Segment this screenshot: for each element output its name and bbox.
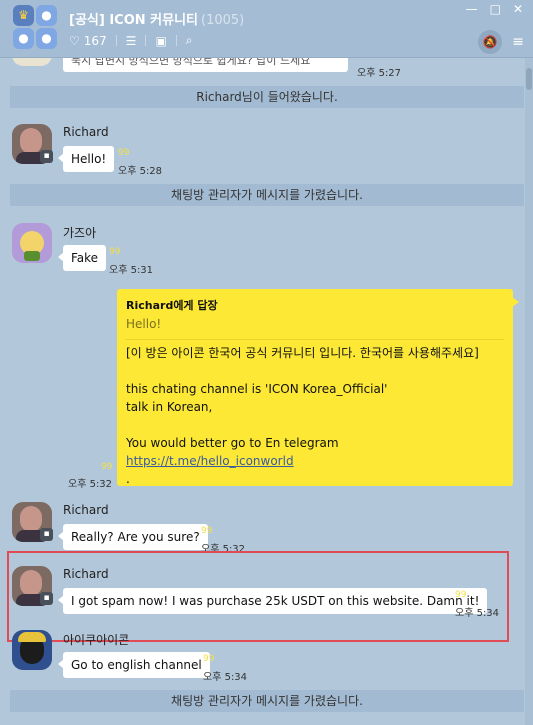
sender-name: 가즈아 [63, 226, 97, 240]
message-time: 오후 5:27 [357, 68, 402, 79]
message-time: 오후 5:28 [118, 166, 163, 177]
unread-count: 99 [203, 654, 215, 664]
avatar[interactable] [12, 223, 52, 263]
room-title: [공식] ICON 커뮤니티 (1005) [69, 9, 244, 28]
chat-area[interactable]: 묵시 답변시 방식으면 방식으로 쉽게요? 답이 드세요 오후 5:27 Ric… [0, 58, 524, 725]
mute-icon[interactable]: 🔕 [478, 30, 503, 54]
message-time: 오후 5:34 [203, 672, 248, 683]
heart-icon[interactable]: ♡ [69, 34, 80, 48]
reply-line: [이 방은 아이콘 한국어 공식 커뮤니티 입니다. 한국어를 사용해주세요] [126, 346, 479, 360]
member-avatar-icon: ● [36, 28, 57, 49]
scrollbar-thumb[interactable] [526, 68, 532, 90]
room-profile-image: ♛ [13, 5, 34, 26]
room-title-text: [공식] ICON 커뮤니티 [69, 13, 199, 28]
message-time: 오후 5:31 [109, 265, 154, 276]
unread-count: 99 [101, 462, 113, 472]
reply-line: this chating channel is 'ICON Korea_Offi… [126, 382, 388, 396]
message-bubble[interactable]: Fake [57, 245, 107, 271]
avatar[interactable] [12, 630, 52, 670]
title-bar: ♛ ● ● ● [공식] ICON 커뮤니티 (1005) ♡ 167 ☰ ▣ ⌕… [0, 0, 533, 58]
unread-count: 99 [109, 247, 121, 257]
maximize-button[interactable]: □ [490, 2, 501, 16]
reply-line: talk in Korean, [126, 400, 213, 414]
sender-name: Richard [63, 503, 109, 517]
sender-name: 아이쿠아이콘 [63, 633, 130, 647]
message-time: 오후 5:34 [455, 608, 500, 619]
minimize-button[interactable]: — [466, 2, 478, 16]
telegram-link[interactable]: https://t.me/hello_iconworld [126, 452, 504, 470]
room-tools: 🔕 ≡ [478, 30, 524, 54]
reply-quote: Hello! [126, 315, 504, 340]
divider [145, 35, 147, 46]
menu-icon[interactable]: ≡ [512, 34, 524, 50]
pc-badge-icon: ▪ [40, 592, 53, 605]
unread-count: 99 [201, 526, 213, 536]
member-avatar-icon: ● [13, 28, 34, 49]
partial-message-bubble: 묵시 답변시 방식으면 방식으로 쉽게요? 답이 드세요 [63, 58, 348, 72]
pc-badge-icon: ▪ [40, 150, 53, 163]
window-controls: — □ ✕ [466, 2, 523, 16]
divider [175, 35, 177, 46]
sender-name: Richard [63, 567, 109, 581]
system-notice: 채팅방 관리자가 메시지를 가렸습니다. [10, 690, 524, 712]
message-bubble[interactable]: Hello! [57, 146, 115, 172]
close-button[interactable]: ✕ [513, 2, 523, 16]
notice-icon[interactable]: ☰ [126, 34, 137, 48]
message-bubble[interactable]: Really? Are you sure? [58, 524, 208, 550]
like-count: 167 [83, 33, 107, 48]
message-bubble[interactable]: Go to english channel [58, 652, 210, 678]
avatar [12, 58, 52, 66]
system-notice: 채팅방 관리자가 메시지를 가렸습니다. [10, 184, 524, 206]
member-count: (1005) [201, 13, 245, 28]
message-bubble[interactable]: I got spam now! I was purchase 25k USDT … [57, 588, 488, 614]
album-icon[interactable]: ▣ [155, 34, 166, 48]
sender-name: Richard [63, 125, 109, 139]
reply-line: You would better go to En telegram [126, 436, 339, 450]
search-icon[interactable]: ⌕ [186, 33, 193, 48]
reply-line: . [126, 472, 130, 486]
system-notice: Richard님이 들어왔습니다. [10, 86, 524, 108]
my-reply-bubble[interactable]: Richard에게 답장 Hello! [이 방은 아이콘 한국어 공식 커뮤니… [117, 289, 519, 486]
message-time: 오후 5:32 [68, 479, 113, 490]
pc-badge-icon: ▪ [40, 528, 53, 541]
room-profile-grid[interactable]: ♛ ● ● ● [13, 5, 59, 51]
member-avatar-icon: ● [36, 5, 57, 26]
unread-count: 99 [455, 590, 467, 600]
divider [115, 35, 117, 46]
scrollbar[interactable] [525, 58, 533, 725]
unread-count: 99 [118, 148, 130, 158]
reply-target: Richard에게 답장 [126, 299, 218, 312]
title-actions: ♡ 167 ☰ ▣ ⌕ [69, 33, 193, 48]
